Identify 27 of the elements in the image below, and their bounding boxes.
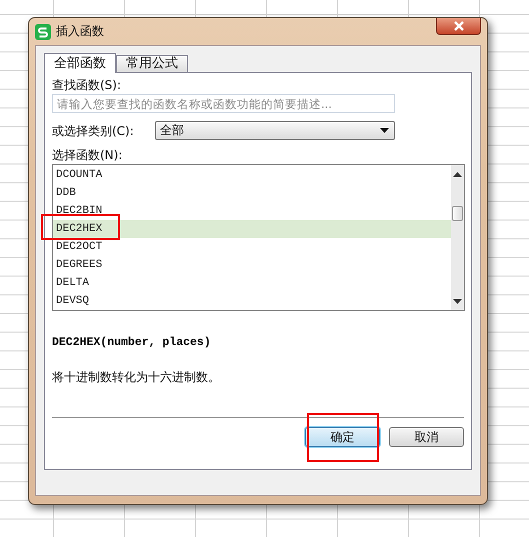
close-icon — [452, 21, 464, 31]
function-item[interactable]: DEC2HEX — [53, 220, 451, 238]
category-label: 或选择类别(C): — [52, 124, 135, 138]
tab[interactable]: 全部函数 — [44, 53, 116, 73]
window-title: 插入函数 — [56, 23, 104, 40]
scrollbar-thumb[interactable] — [452, 206, 463, 221]
cancel-button[interactable]: 取消 — [389, 427, 464, 447]
ok-button[interactable]: 确定 — [305, 427, 380, 447]
tab[interactable]: 常用公式 — [116, 55, 188, 72]
app-icon — [35, 24, 51, 40]
function-item[interactable]: DDB — [53, 184, 451, 202]
function-item[interactable]: DEC2OCT — [53, 238, 451, 256]
category-dropdown[interactable]: 全部 — [155, 121, 395, 140]
search-field[interactable]: 请输入您要查找的函数名称或函数功能的简要描述... — [52, 94, 395, 113]
search-label: 查找函数(S): — [52, 78, 122, 92]
function-item[interactable]: DEGREES — [53, 256, 451, 274]
function-signature: DEC2HEX(number, places) — [52, 336, 212, 349]
function-list-label: 选择函数(N): — [52, 148, 124, 162]
scroll-up-icon[interactable] — [453, 172, 462, 177]
scroll-down-icon[interactable] — [453, 299, 462, 304]
function-item[interactable]: DEC2BIN — [53, 202, 451, 220]
function-item[interactable]: DCOUNTA — [53, 166, 451, 184]
caret-icon — [380, 128, 389, 133]
close-button[interactable] — [436, 18, 481, 35]
function-item[interactable]: DELTA — [53, 274, 451, 292]
function-description: 将十进制数转化为十六进制数。 — [52, 369, 221, 386]
function-item[interactable]: DEVSQ — [53, 292, 451, 310]
